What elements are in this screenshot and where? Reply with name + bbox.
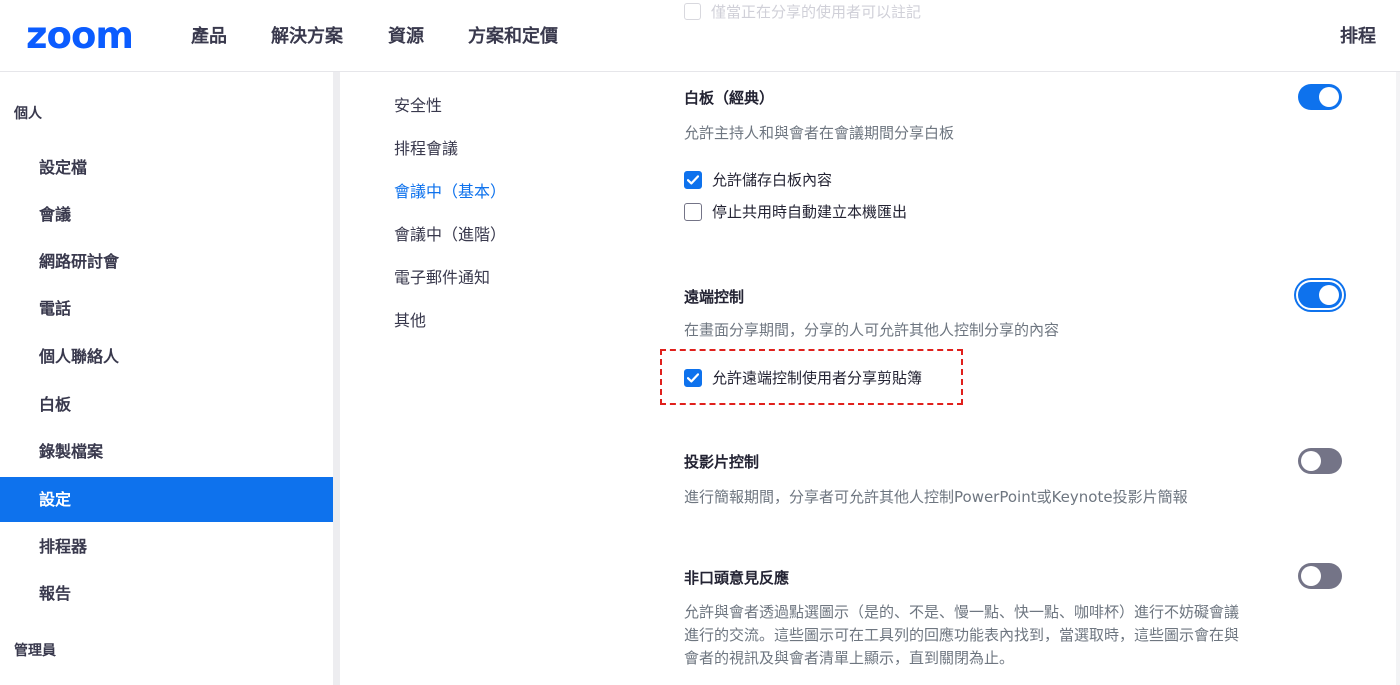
nav-products[interactable]: 產品 [191,24,227,50]
scrolled-checkbox-label: 僅當正在分享的使用者可以註記 [711,2,922,21]
nonverbal-feedback-toggle[interactable] [1298,563,1342,589]
whiteboard-description: 允許主持人和與會者在會議期間分享白板 [684,124,955,142]
nonverbal-feedback-description-line-2: 進行的交流。這些圖示可在工具列的回應功能表內找到，當選取時，這些圖示會在與 [684,626,1240,644]
sidebar-item-meetings[interactable]: 會議 [0,192,333,237]
check-icon [687,175,699,185]
sidebar-item-reports[interactable]: 報告 [0,571,333,616]
whiteboard-auto-export-label: 停止共用時自動建立本機匯出 [712,203,908,221]
toggle-knob [1319,87,1339,107]
whiteboard-save-content-option[interactable]: 允許儲存白板內容 [684,169,832,191]
sidebar-scrollbar[interactable] [333,72,340,685]
remote-control-description: 在畫面分享期間，分享的人可允許其他人控制分享的內容 [684,321,1060,339]
zoom-logo[interactable]: zoom [26,14,134,58]
nav-schedule[interactable]: 排程 [1340,24,1376,50]
subnav-email-notification[interactable]: 電子郵件通知 [394,266,490,290]
checkbox-unchecked[interactable] [684,203,702,221]
nonverbal-feedback-description-line-1: 允許與會者透過點選圖示（是的、不是、慢一點、快一點、咖啡杯）進行不妨礙會議 [684,603,1240,621]
sidebar-item-profile[interactable]: 設定檔 [0,145,333,190]
remote-control-toggle[interactable] [1298,282,1342,308]
toggle-knob [1301,451,1321,471]
nav-resources[interactable]: 資源 [388,24,424,50]
whiteboard-toggle[interactable] [1298,84,1342,110]
whiteboard-save-content-label: 允許儲存白板內容 [712,171,833,189]
toggle-knob [1301,566,1321,586]
whiteboard-auto-export-option[interactable]: 停止共用時自動建立本機匯出 [684,201,907,223]
sidebar-heading-personal: 個人 [14,106,42,122]
whiteboard-title: 白板（經典） [684,89,775,107]
subnav-schedule-meeting[interactable]: 排程會議 [394,137,458,161]
subnav-other[interactable]: 其他 [394,309,426,333]
scrolled-checkbox [684,2,701,20]
subnav-in-meeting-advanced[interactable]: 會議中（進階） [394,223,506,247]
highlight-annotation-box [660,349,963,405]
remote-control-title: 遠端控制 [684,288,745,306]
sidebar-item-contacts[interactable]: 個人聯絡人 [0,334,333,379]
sidebar-item-whiteboards[interactable]: 白板 [0,382,333,427]
nonverbal-feedback-title: 非口頭意見反應 [684,569,790,587]
subnav-security[interactable]: 安全性 [394,94,442,118]
checkbox-checked[interactable] [684,171,702,189]
scrolled-checkbox-row: 僅當正在分享的使用者可以註記 [684,0,921,24]
subnav-in-meeting-basic[interactable]: 會議中（基本） [394,180,506,204]
sidebar-item-scheduler[interactable]: 排程器 [0,524,333,569]
page-scrollbar[interactable] [1396,72,1400,685]
sidebar-item-phone[interactable]: 電話 [0,286,333,331]
nonverbal-feedback-description-line-3: 會者的視訊及與會者清單上顯示，直到關閉為止。 [684,649,1015,667]
sidebar-item-recordings[interactable]: 錄製檔案 [0,429,333,474]
slide-control-toggle[interactable] [1298,448,1342,474]
nav-plans-pricing[interactable]: 方案和定價 [468,24,558,50]
sidebar: 個人 設定檔 會議 網路研討會 電話 個人聯絡人 白板 錄製檔案 設定 排程器 … [0,72,340,685]
sidebar-item-webinars[interactable]: 網路研討會 [0,239,333,284]
slide-control-title: 投影片控制 [684,453,760,471]
slide-control-description: 進行簡報期間，分享者可允許其他人控制PowerPoint或Keynote投影片簡… [684,488,1188,506]
sidebar-item-settings[interactable]: 設定 [0,477,333,522]
toggle-knob [1319,285,1339,305]
nav-solutions[interactable]: 解決方案 [271,24,343,50]
sidebar-heading-admin[interactable]: 管理員 [14,641,56,661]
